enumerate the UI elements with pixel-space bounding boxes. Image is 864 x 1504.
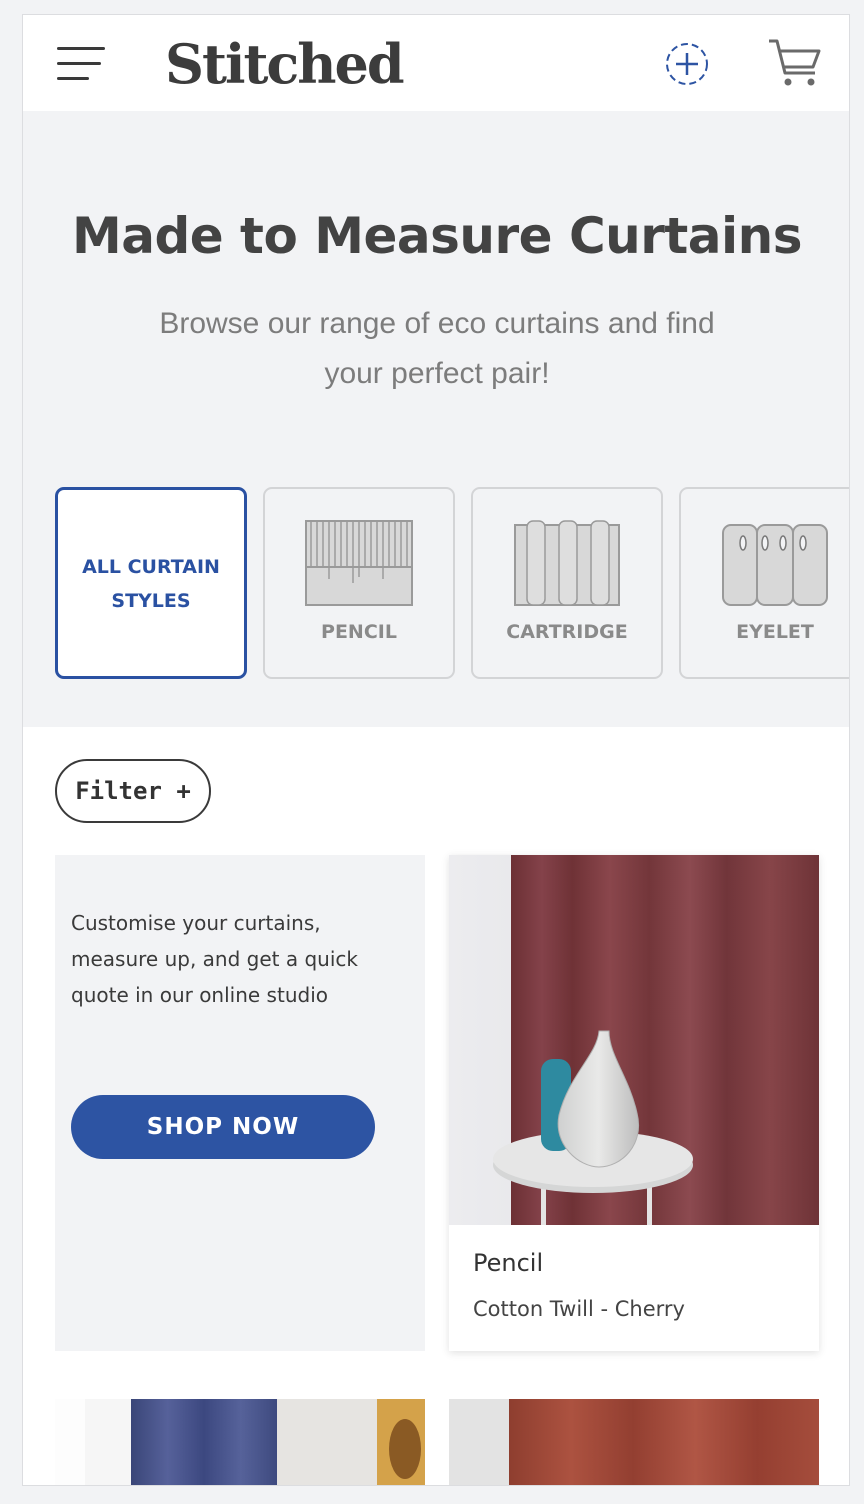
cartridge-pleat-icon xyxy=(514,520,620,606)
style-card-label: ALL CURTAIN STYLES xyxy=(82,556,220,612)
product-name: Pencil xyxy=(473,1249,544,1277)
product-image xyxy=(449,855,819,1225)
eyelet-curtain-icon xyxy=(722,524,828,606)
style-card-cartridge[interactable]: CARTRIDGE xyxy=(471,487,663,679)
promo-card: Customise your curtains, measure up, and… xyxy=(55,855,425,1351)
page-subtitle: Browse our range of eco curtains and fin… xyxy=(159,307,715,390)
menu-button[interactable] xyxy=(57,45,105,83)
add-circle-icon xyxy=(666,43,708,85)
cart-button[interactable] xyxy=(767,37,823,89)
pencil-pleat-icon xyxy=(305,520,413,606)
style-card-label: EYELET xyxy=(736,621,814,643)
style-card-pencil[interactable]: PENCIL xyxy=(263,487,455,679)
product-card-peek-right[interactable] xyxy=(449,1399,819,1485)
add-button[interactable] xyxy=(664,41,710,87)
curtain-style-selector: ALL CURTAIN STYLES PENCIL CARTRIDGE EYEL… xyxy=(55,487,849,679)
style-card-label: PENCIL xyxy=(321,621,397,643)
style-card-all[interactable]: ALL CURTAIN STYLES xyxy=(55,487,247,679)
hero-section: Made to Measure Curtains Browse our rang… xyxy=(23,111,849,727)
logo[interactable]: Stitched xyxy=(165,29,405,99)
page-frame: Stitched Made to Measure Curtains Browse… xyxy=(22,14,850,1486)
product-description: Cotton Twill - Cherry xyxy=(473,1297,685,1321)
promo-text: Customise your curtains, measure up, and… xyxy=(71,911,358,1007)
shop-now-button[interactable]: SHOP NOW xyxy=(71,1095,375,1159)
site-header: Stitched xyxy=(23,15,849,111)
hamburger-line xyxy=(57,77,89,80)
cart-icon xyxy=(769,39,821,86)
style-card-label: CARTRIDGE xyxy=(506,621,628,643)
filter-button[interactable]: Filter + xyxy=(55,759,211,823)
page-title: Made to Measure Curtains xyxy=(71,207,803,265)
product-card[interactable]: Pencil Cotton Twill - Cherry xyxy=(449,855,819,1351)
hamburger-line xyxy=(57,62,101,65)
product-card-peek-left[interactable] xyxy=(55,1399,425,1485)
hamburger-menu-icon xyxy=(57,47,105,50)
style-card-eyelet[interactable]: EYELET xyxy=(679,487,849,679)
